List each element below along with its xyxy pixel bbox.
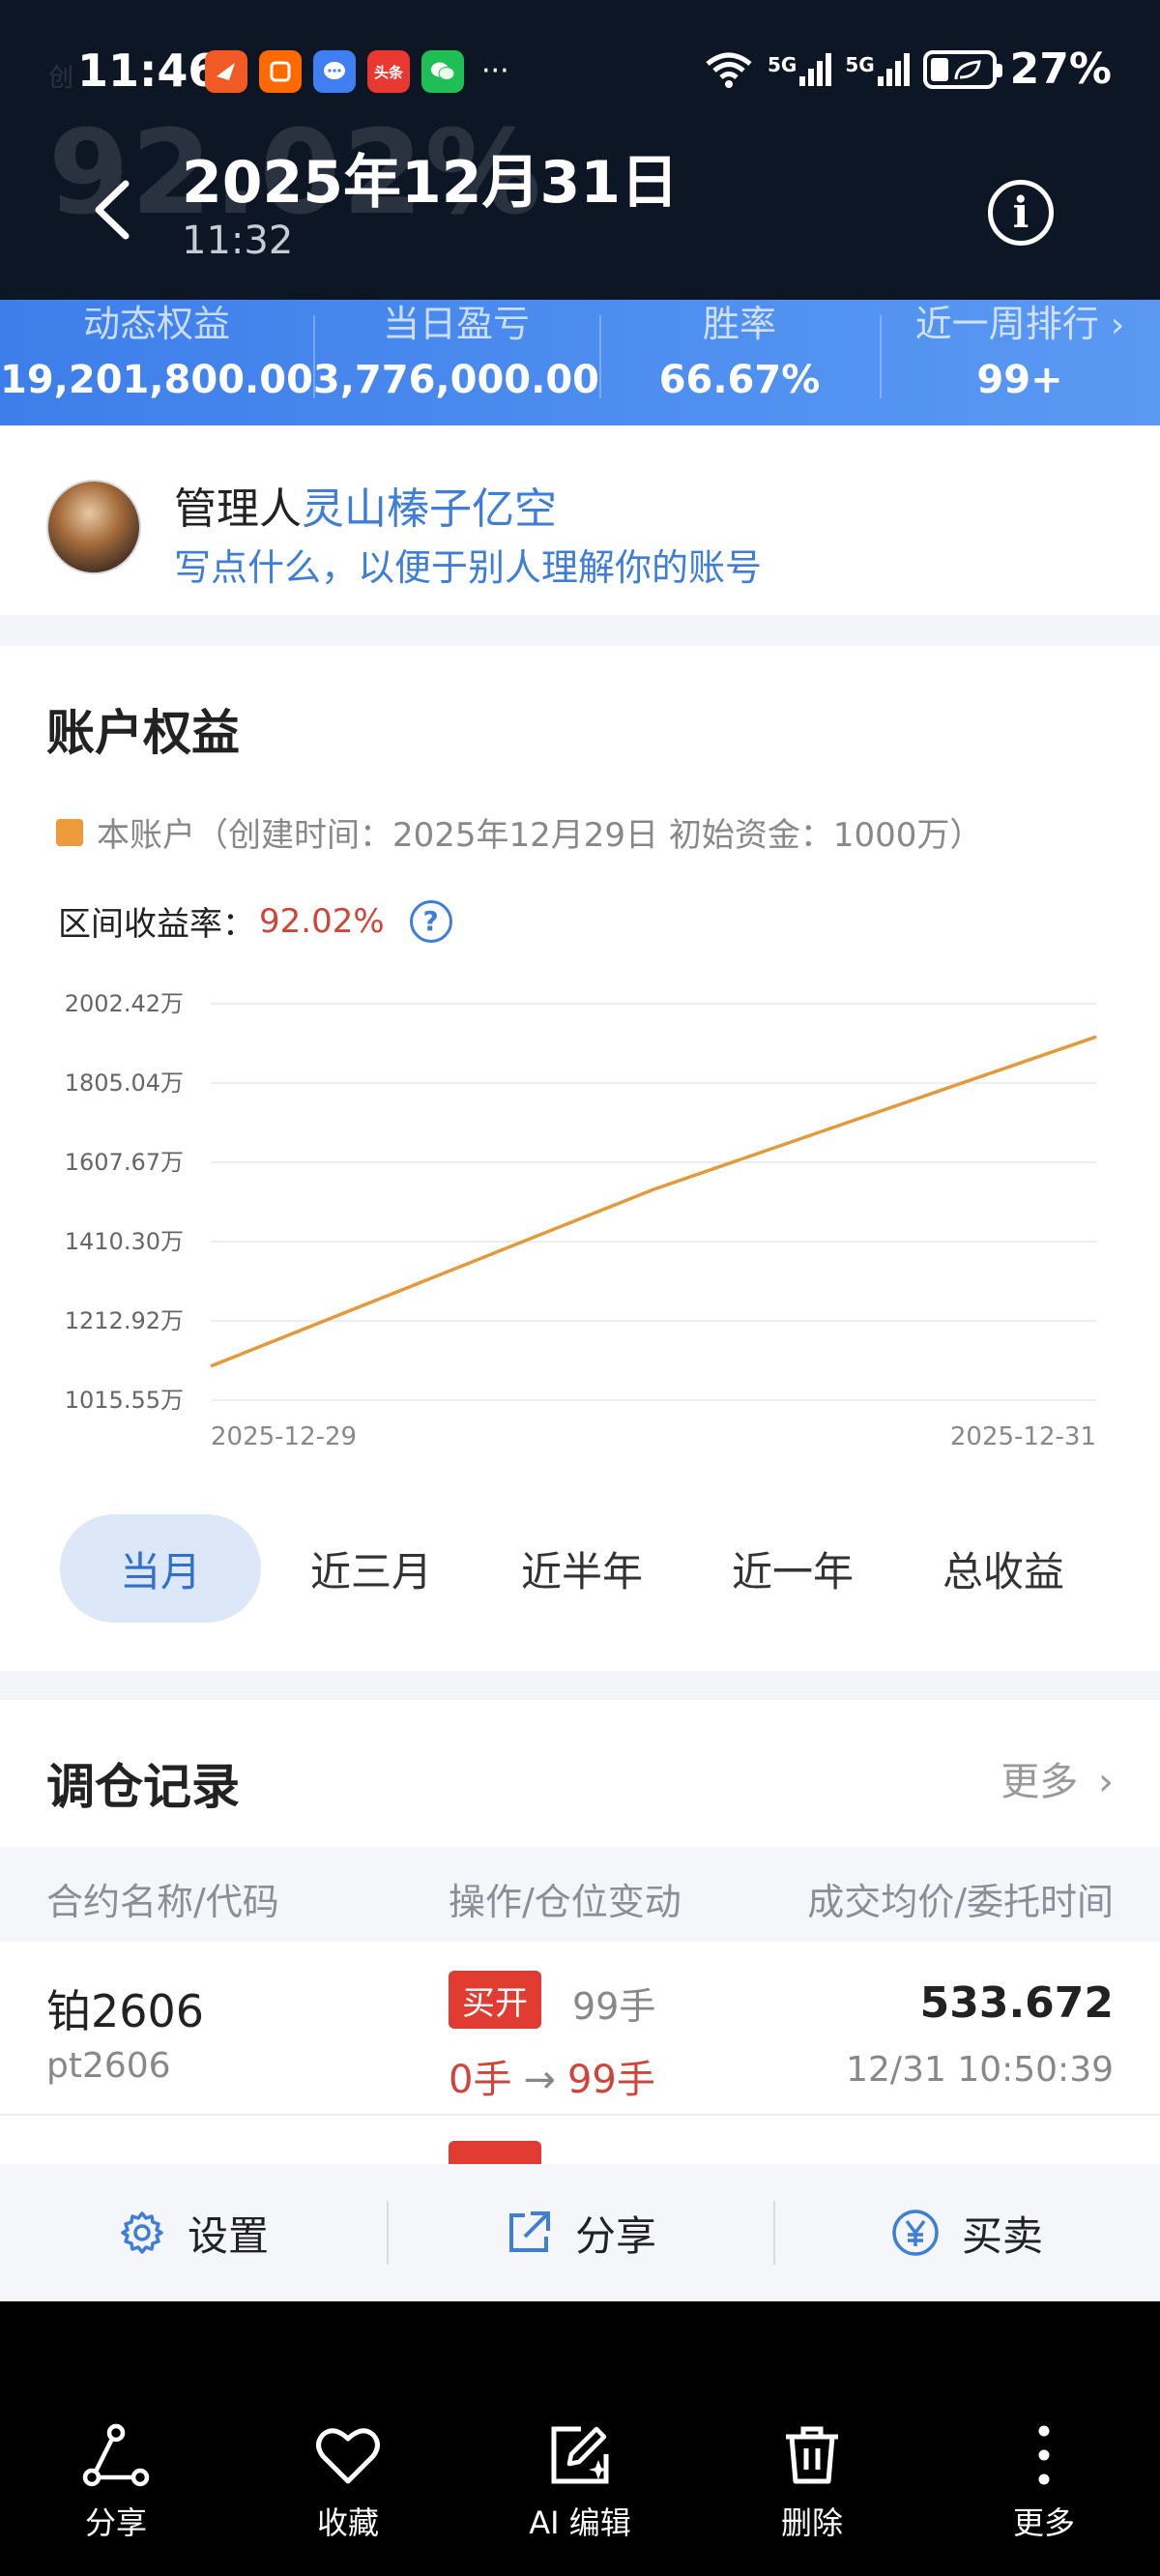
chart-legend: 本账户（创建时间：2025年12月29日 初始资金：1000万） <box>56 808 982 856</box>
avatar[interactable] <box>46 480 141 574</box>
y-tick-label: 1212.92万 <box>65 1307 184 1334</box>
trash-icon <box>786 2426 838 2484</box>
wifi-icon <box>706 52 752 88</box>
wechat-icon <box>421 50 464 93</box>
toolbar-more-button[interactable]: 更多 <box>928 2301 1160 2576</box>
manager-description[interactable]: 写点什么，以便于别人理解你的账号 <box>174 538 762 591</box>
app-orange-icon <box>259 50 302 93</box>
period-tabs: 当月 近三月 近半年 近一年 总收益 <box>60 1514 1114 1623</box>
signal-5g-1: 5G <box>768 52 832 86</box>
y-tick-label: 1410.30万 <box>65 1228 184 1255</box>
tab-current-month[interactable]: 当月 <box>60 1514 261 1623</box>
tab-half-year[interactable]: 近半年 <box>481 1514 682 1623</box>
toolbar-favorite-button[interactable]: 收藏 <box>232 2301 464 2576</box>
main-content: 管理人灵山榛子亿空 写点什么，以便于别人理解你的账号 账户权益 本账户（创建时间… <box>0 425 1160 2203</box>
more-vertical-icon <box>1038 2425 1050 2485</box>
info-icon: i <box>1012 188 1030 238</box>
toolbar-ai-edit-button[interactable]: AI 编辑 <box>464 2301 696 2576</box>
column-header-contract: 合约名称/代码 <box>46 1881 279 1923</box>
action-bar: 设置 分享 买卖 <box>0 2164 1160 2301</box>
x-tick-label: 2025-12-29 <box>211 1422 357 1449</box>
gear-icon <box>121 2211 163 2254</box>
status-time: 11:46 <box>77 44 219 97</box>
records-more-link[interactable]: 更多 › <box>1000 1750 1114 1806</box>
toutiao-icon: 头条 <box>367 50 410 93</box>
column-header-operation: 操作/仓位变动 <box>449 1881 682 1923</box>
position-records: 调仓记录 更多 › 合约名称/代码 操作/仓位变动 成交均价/委托时间 铂260… <box>0 1700 1160 2203</box>
chevron-right-icon: › <box>1110 306 1125 345</box>
manager-line: 管理人灵山榛子亿空 <box>174 484 557 534</box>
stat-win-rate: 胜率 66.67% <box>598 300 880 425</box>
stats-bar: 动态权益 19,201,800.00 当日盈亏 3,776,000.00 胜率 … <box>0 300 1160 425</box>
notification-icons: 头条 ··· <box>205 50 509 93</box>
chevron-left-icon <box>95 180 130 240</box>
share-nodes-icon <box>82 2423 150 2487</box>
ai-edit-icon <box>551 2426 609 2484</box>
message-icon <box>313 50 356 93</box>
tab-three-months[interactable]: 近三月 <box>271 1514 472 1623</box>
operation-quantity: 99手 <box>572 1985 656 2028</box>
back-button[interactable] <box>89 176 137 244</box>
page-subtitle-time: 11:32 <box>182 219 294 263</box>
legend-label: 本账户（创建时间：2025年12月29日 初始资金：1000万） <box>97 816 983 855</box>
equity-section: 账户权益 本账户（创建时间：2025年12月29日 初始资金：1000万） 区间… <box>0 646 1160 1671</box>
toolbar-share-button[interactable]: 分享 <box>0 2301 232 2576</box>
manager-card[interactable]: 管理人灵山榛子亿空 写点什么，以便于别人理解你的账号 <box>0 425 1160 615</box>
records-table-header: 合约名称/代码 操作/仓位变动 成交均价/委托时间 <box>0 1847 1160 1942</box>
order-time: 12/31 10:50:39 <box>846 2050 1114 2090</box>
settings-button[interactable]: 设置 <box>0 2164 387 2301</box>
more-notifications-icon: ··· <box>481 54 509 88</box>
avg-price: 533.672 <box>919 1978 1114 2028</box>
battery-level: 27% <box>1009 44 1112 94</box>
position-change: 0手 → 99手 <box>449 2058 655 2102</box>
battery-icon <box>922 49 1002 89</box>
yuan-icon <box>892 2210 939 2256</box>
stat-weekly-rank[interactable]: 近一周排行 › 99+ <box>880 300 1160 425</box>
page-title: 2025年12月31日 <box>182 149 679 217</box>
ghost-subtitle: 创 <box>48 64 74 93</box>
contract-name: 铂2606 <box>46 1985 205 2037</box>
heart-icon <box>316 2428 380 2484</box>
contract-code: pt2606 <box>46 2046 171 2086</box>
feishu-icon <box>205 50 247 93</box>
chevron-right-icon: › <box>1098 1760 1114 1804</box>
records-title: 调仓记录 <box>46 1759 240 1815</box>
help-icon[interactable]: ? <box>409 899 452 943</box>
share-icon <box>508 2211 550 2252</box>
stat-dynamic-equity: 动态权益 19,201,800.00 <box>0 303 313 402</box>
trade-button[interactable]: 买卖 <box>773 2164 1160 2301</box>
tab-one-year[interactable]: 近一年 <box>692 1514 893 1623</box>
equity-series-line <box>210 1035 1097 1368</box>
y-tick-label: 1607.67万 <box>65 1149 184 1176</box>
signal-5g-2: 5G <box>845 52 910 86</box>
legend-swatch <box>56 818 83 846</box>
info-button[interactable]: i <box>988 180 1054 246</box>
range-return-value: 92.02% <box>259 901 385 941</box>
share-button[interactable]: 分享 <box>387 2164 773 2301</box>
range-return-row: 区间收益率： 92.02% ? <box>58 897 452 945</box>
table-row[interactable]: 铂2606 pt2606 买开 99手 0手 → 99手 533.672 12/31… <box>0 1942 1160 2116</box>
bottom-toolbar: 分享 收藏 AI 编辑 删除 更多 <box>0 2301 1160 2576</box>
y-tick-label: 2002.42万 <box>65 990 184 1017</box>
top-header: 创 92.02% 11:46 头条 ··· 5G 5G 27% 2025年12月… <box>0 0 1160 300</box>
y-tick-label: 1015.55万 <box>65 1387 184 1414</box>
x-tick-label: 2025-12-31 <box>950 1422 1096 1449</box>
equity-chart: 2002.42万 1805.04万 1607.67万 1410.30万 1212.92万… <box>65 990 1097 1449</box>
y-tick-label: 1805.04万 <box>65 1069 184 1097</box>
operation-badge: 买开 <box>449 1971 541 2029</box>
stat-daily-pnl: 当日盈亏 3,776,000.00 <box>312 300 599 425</box>
equity-title: 账户权益 <box>46 705 240 761</box>
tab-total-return[interactable]: 总收益 <box>903 1514 1104 1623</box>
manager-name[interactable]: 灵山榛子亿空 <box>302 484 557 534</box>
status-indicators: 5G 5G 27% <box>704 44 1112 94</box>
arrow-right-icon: → <box>523 2058 556 2102</box>
column-header-price: 成交均价/委托时间 <box>807 1881 1114 1923</box>
toolbar-delete-button[interactable]: 删除 <box>696 2301 928 2576</box>
